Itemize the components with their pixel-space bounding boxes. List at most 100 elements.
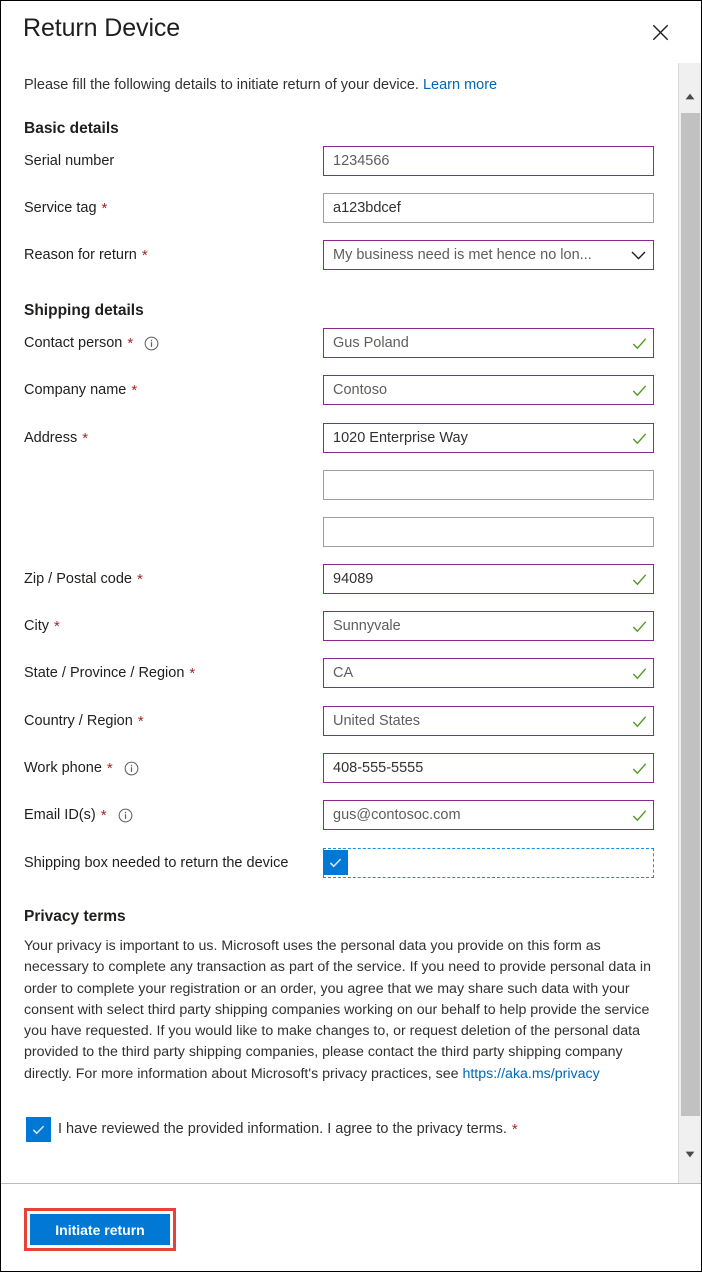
consent-required-marker: *	[511, 1120, 518, 1138]
shipping-box-row: Shipping box needed to return the device	[1, 848, 677, 880]
field-input[interactable]: CA	[323, 658, 654, 688]
field-input[interactable]: 1234566	[323, 146, 654, 176]
return-device-form: Please fill the following details to ini…	[1, 63, 677, 1183]
field-value: My business need is met hence no lon...	[333, 247, 592, 263]
field-value: Contoso	[333, 382, 388, 398]
shipping-box-label: Shipping box needed to return the device	[24, 855, 289, 871]
info-icon[interactable]	[124, 761, 139, 776]
required-marker: *	[137, 712, 144, 730]
field-valid-check-icon	[625, 659, 653, 687]
dialog-header: Return Device	[1, 1, 701, 63]
caret-up-icon[interactable]	[679, 85, 701, 107]
consent-row: I have reviewed the provided information…	[1, 1116, 677, 1146]
form-row: State / Province / Region * CA	[1, 658, 677, 688]
field-label-text: Service tag	[24, 200, 97, 216]
page-title: Return Device	[23, 14, 181, 42]
field-input[interactable]	[323, 517, 654, 547]
field-label: Company name *	[24, 375, 137, 405]
required-marker: *	[127, 334, 134, 352]
field-input[interactable]: a123bdcef	[323, 193, 654, 223]
field-value: CA	[333, 665, 354, 681]
field-label-text: Work phone	[24, 760, 102, 776]
privacy-paragraph: Your privacy is important to us. Microso…	[24, 938, 651, 1082]
form-row: Reason for return * My business need is me…	[1, 240, 677, 270]
field-label-text: Reason for return	[24, 247, 137, 263]
learn-more-link[interactable]: Learn more	[423, 77, 497, 93]
form-row: Email ID(s) * gus@contosoc.com	[1, 800, 677, 830]
field-value: 1234566	[333, 153, 390, 169]
required-marker: *	[53, 617, 60, 635]
field-input[interactable]: gus@contosoc.com	[323, 800, 654, 830]
field-label: Address *	[24, 423, 88, 453]
field-label: Work phone *	[24, 753, 139, 783]
required-marker: *	[141, 246, 148, 264]
field-value: gus@contosoc.com	[333, 807, 461, 823]
field-input[interactable]: Sunnyvale	[323, 611, 654, 641]
field-label: City *	[24, 611, 60, 641]
dialog-footer: Initiate return	[1, 1183, 701, 1271]
field-valid-check-icon	[625, 707, 653, 735]
privacy-policy-link[interactable]: https://aka.ms/privacy	[462, 1066, 599, 1082]
initiate-return-button[interactable]: Initiate return	[30, 1214, 170, 1245]
field-valid-check-icon	[625, 424, 653, 452]
field-value: Sunnyvale	[333, 618, 401, 634]
field-input[interactable]: 408-555-5555	[323, 753, 654, 783]
shipping-box-checkbox[interactable]	[323, 850, 348, 875]
field-label-text: State / Province / Region	[24, 665, 185, 681]
scroll-thumb[interactable]	[681, 113, 700, 1116]
consent-text: I have reviewed the provided information…	[58, 1121, 507, 1137]
field-label: Country / Region *	[24, 706, 144, 736]
required-marker: *	[82, 429, 89, 447]
field-label-text: Contact person	[24, 335, 123, 351]
required-marker: *	[106, 759, 113, 777]
form-row	[1, 517, 677, 547]
field-valid-check-icon	[625, 376, 653, 404]
vertical-scrollbar[interactable]	[678, 63, 701, 1183]
section-heading-shipping-details: Shipping details	[24, 302, 144, 319]
info-icon[interactable]	[118, 808, 133, 823]
field-label: Reason for return *	[24, 240, 148, 270]
form-row: Contact person * Gus Poland	[1, 328, 677, 358]
return-device-dialog: Return Device Please fill the following …	[0, 0, 702, 1272]
form-row: Country / Region * United States	[1, 706, 677, 736]
field-input[interactable]	[323, 470, 654, 500]
required-marker: *	[137, 570, 143, 588]
section-heading-basic-details: Basic details	[24, 120, 119, 137]
field-label: Serial number	[24, 146, 114, 176]
form-row: Service tag * a123bdcef	[1, 193, 677, 223]
field-input[interactable]: United States	[323, 706, 654, 736]
field-input[interactable]: 1020 Enterprise Way	[323, 423, 654, 453]
close-icon[interactable]	[642, 15, 678, 49]
section-heading-privacy-terms: Privacy terms	[24, 908, 126, 925]
field-label: Contact person *	[24, 328, 159, 358]
field-valid-check-icon	[625, 329, 653, 357]
field-value: Gus Poland	[333, 335, 409, 351]
field-select[interactable]: My business need is met hence no lon...	[323, 240, 654, 270]
privacy-consent-checkbox[interactable]	[26, 1117, 51, 1142]
field-label-text: Zip / Postal code	[24, 571, 132, 587]
required-marker: *	[131, 381, 138, 399]
field-valid-check-icon	[625, 801, 653, 829]
field-label: Service tag *	[24, 193, 107, 223]
required-marker: *	[189, 664, 196, 682]
caret-down-icon[interactable]	[679, 1143, 701, 1165]
form-row	[1, 470, 677, 500]
field-label-text: Company name	[24, 382, 127, 398]
field-label-text: Country / Region	[24, 713, 133, 729]
intro-sentence: Please fill the following details to ini…	[24, 77, 419, 93]
form-row: Zip / Postal code * 94089	[1, 564, 677, 594]
info-icon[interactable]	[144, 336, 159, 351]
field-input[interactable]: Contoso	[323, 375, 654, 405]
dialog-scroll-area: Please fill the following details to ini…	[1, 63, 701, 1183]
field-valid-check-icon	[625, 754, 653, 782]
required-marker: *	[101, 199, 108, 217]
field-value: 408-555-5555	[333, 760, 424, 776]
field-label-text: City	[24, 618, 49, 634]
field-input[interactable]: Gus Poland	[323, 328, 654, 358]
required-marker: *	[100, 806, 107, 824]
privacy-terms-body: Your privacy is important to us. Microso…	[24, 936, 651, 1085]
field-value: United States	[333, 713, 421, 729]
chevron-down-icon[interactable]	[623, 241, 653, 269]
field-input[interactable]: 94089	[323, 564, 654, 594]
submit-annotation-highlight: Initiate return	[24, 1208, 176, 1251]
